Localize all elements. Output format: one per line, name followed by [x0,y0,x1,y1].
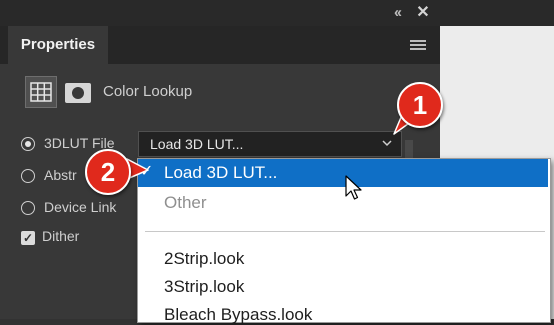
callout-badge-2: 2 [85,149,131,195]
callout-badge-1: 1 [397,82,443,128]
callout-arrows [126,114,413,180]
